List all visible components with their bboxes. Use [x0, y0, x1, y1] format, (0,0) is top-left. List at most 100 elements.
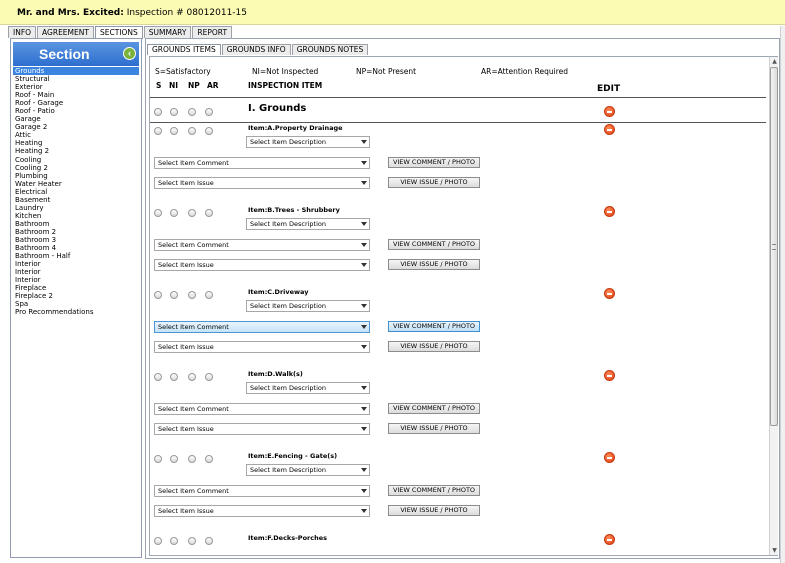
- sidebar-item[interactable]: Laundry: [13, 204, 139, 212]
- item-issue-select[interactable]: Select Item Issue: [154, 341, 370, 353]
- sidebar-item[interactable]: Garage 2: [13, 123, 139, 131]
- item-description-select[interactable]: Select Item Description: [246, 464, 370, 476]
- item-issue-select[interactable]: Select Item Issue: [154, 423, 370, 435]
- sidebar-item[interactable]: Exterior: [13, 83, 139, 91]
- tab-report[interactable]: REPORT: [192, 26, 233, 38]
- view-comment-photo-button[interactable]: VIEW COMMENT / PHOTO: [388, 403, 480, 414]
- sidebar-item[interactable]: Bathroom 4: [13, 244, 139, 252]
- sidebar-item[interactable]: Fireplace: [13, 284, 139, 292]
- radio-np[interactable]: [188, 455, 196, 463]
- radio-np[interactable]: [188, 537, 196, 545]
- radio-ar[interactable]: [205, 455, 213, 463]
- item-description-select[interactable]: Select Item Description: [246, 136, 370, 148]
- item-issue-select[interactable]: Select Item Issue: [154, 177, 370, 189]
- item-description-select[interactable]: Select Item Description: [246, 218, 370, 230]
- sidebar-item[interactable]: Roof - Patio: [13, 107, 139, 115]
- sidebar-item[interactable]: Interior: [13, 276, 139, 284]
- tab-agreement[interactable]: AGREEMENT: [37, 26, 94, 38]
- sidebar-item[interactable]: Basement: [13, 196, 139, 204]
- scroll-up-icon[interactable]: ▲: [771, 58, 778, 65]
- remove-item-icon[interactable]: [604, 370, 615, 381]
- sidebar-item[interactable]: Spa: [13, 300, 139, 308]
- sidebar-item[interactable]: Bathroom 3: [13, 236, 139, 244]
- group-radio-ar[interactable]: [205, 108, 213, 116]
- group-radio-ni[interactable]: [170, 108, 178, 116]
- sidebar-item[interactable]: Cooling: [13, 156, 139, 164]
- view-comment-photo-button[interactable]: VIEW COMMENT / PHOTO: [388, 239, 480, 250]
- sidebar-item[interactable]: Pro Recommendations: [13, 308, 139, 316]
- radio-ni[interactable]: [170, 455, 178, 463]
- tab-grounds-info[interactable]: GROUNDS INFO: [221, 44, 291, 55]
- back-arrow-icon[interactable]: ‹: [123, 47, 136, 60]
- remove-item-icon[interactable]: [604, 534, 615, 545]
- group-radio-np[interactable]: [188, 108, 196, 116]
- radio-ar[interactable]: [205, 291, 213, 299]
- item-comment-select[interactable]: Select Item Comment: [154, 239, 370, 251]
- radio-s[interactable]: [154, 455, 162, 463]
- remove-item-icon[interactable]: [604, 288, 615, 299]
- tab-summary[interactable]: SUMMARY: [143, 26, 192, 38]
- sidebar-item[interactable]: Electrical: [13, 188, 139, 196]
- vertical-scrollbar[interactable]: ▲ ▼: [769, 57, 778, 555]
- radio-ni[interactable]: [170, 209, 178, 217]
- radio-np[interactable]: [188, 373, 196, 381]
- view-issue-photo-button[interactable]: VIEW ISSUE / PHOTO: [388, 423, 480, 434]
- item-issue-select[interactable]: Select Item Issue: [154, 505, 370, 517]
- sidebar-item[interactable]: Fireplace 2: [13, 292, 139, 300]
- view-issue-photo-button[interactable]: VIEW ISSUE / PHOTO: [388, 341, 480, 352]
- sidebar-item[interactable]: Interior: [13, 260, 139, 268]
- item-comment-select[interactable]: Select Item Comment: [154, 157, 370, 169]
- tab-info[interactable]: INFO: [8, 26, 37, 38]
- tab-grounds-items[interactable]: GROUNDS ITEMS: [147, 44, 221, 55]
- radio-s[interactable]: [154, 127, 162, 135]
- group-radio-s[interactable]: [154, 108, 162, 116]
- radio-np[interactable]: [188, 291, 196, 299]
- sidebar-item[interactable]: Plumbing: [13, 172, 139, 180]
- view-comment-photo-button[interactable]: VIEW COMMENT / PHOTO: [388, 485, 480, 496]
- sidebar-item[interactable]: Grounds: [13, 67, 139, 76]
- radio-ar[interactable]: [205, 209, 213, 217]
- radio-s[interactable]: [154, 537, 162, 545]
- radio-ar[interactable]: [205, 537, 213, 545]
- sidebar-item[interactable]: Bathroom 2: [13, 228, 139, 236]
- sidebar-item[interactable]: Water Heater: [13, 180, 139, 188]
- radio-ni[interactable]: [170, 373, 178, 381]
- scroll-thumb[interactable]: [770, 67, 778, 426]
- sidebar-item[interactable]: Cooling 2: [13, 164, 139, 172]
- radio-s[interactable]: [154, 209, 162, 217]
- scroll-down-icon[interactable]: ▼: [771, 547, 778, 554]
- tab-grounds-notes[interactable]: GROUNDS NOTES: [291, 44, 369, 55]
- remove-group-icon[interactable]: [604, 106, 615, 117]
- view-comment-photo-button[interactable]: VIEW COMMENT / PHOTO: [388, 321, 480, 332]
- radio-ni[interactable]: [170, 537, 178, 545]
- item-description-select[interactable]: Select Item Description: [246, 300, 370, 312]
- item-comment-select[interactable]: Select Item Comment: [154, 485, 370, 497]
- item-comment-select[interactable]: Select Item Comment: [154, 403, 370, 415]
- radio-ni[interactable]: [170, 127, 178, 135]
- view-issue-photo-button[interactable]: VIEW ISSUE / PHOTO: [388, 177, 480, 188]
- item-description-select[interactable]: Select Item Description: [246, 382, 370, 394]
- sidebar-item[interactable]: Roof - Main: [13, 91, 139, 99]
- radio-ar[interactable]: [205, 127, 213, 135]
- item-comment-select[interactable]: Select Item Comment: [154, 321, 370, 333]
- sidebar-item[interactable]: Heating 2: [13, 147, 139, 155]
- view-issue-photo-button[interactable]: VIEW ISSUE / PHOTO: [388, 505, 480, 516]
- radio-ni[interactable]: [170, 291, 178, 299]
- sidebar-item[interactable]: Heating: [13, 139, 139, 147]
- radio-np[interactable]: [188, 209, 196, 217]
- sidebar-item[interactable]: Kitchen: [13, 212, 139, 220]
- remove-item-icon[interactable]: [604, 124, 615, 135]
- view-comment-photo-button[interactable]: VIEW COMMENT / PHOTO: [388, 157, 480, 168]
- sidebar-item[interactable]: Roof - Garage: [13, 99, 139, 107]
- radio-ar[interactable]: [205, 373, 213, 381]
- radio-s[interactable]: [154, 291, 162, 299]
- remove-item-icon[interactable]: [604, 206, 615, 217]
- sidebar-item[interactable]: Bathroom: [13, 220, 139, 228]
- remove-item-icon[interactable]: [604, 452, 615, 463]
- sidebar-item[interactable]: Bathroom - Half: [13, 252, 139, 260]
- sidebar-item[interactable]: Attic: [13, 131, 139, 139]
- radio-s[interactable]: [154, 373, 162, 381]
- sidebar-item[interactable]: Structural: [13, 75, 139, 83]
- sidebar-item[interactable]: Garage: [13, 115, 139, 123]
- view-issue-photo-button[interactable]: VIEW ISSUE / PHOTO: [388, 259, 480, 270]
